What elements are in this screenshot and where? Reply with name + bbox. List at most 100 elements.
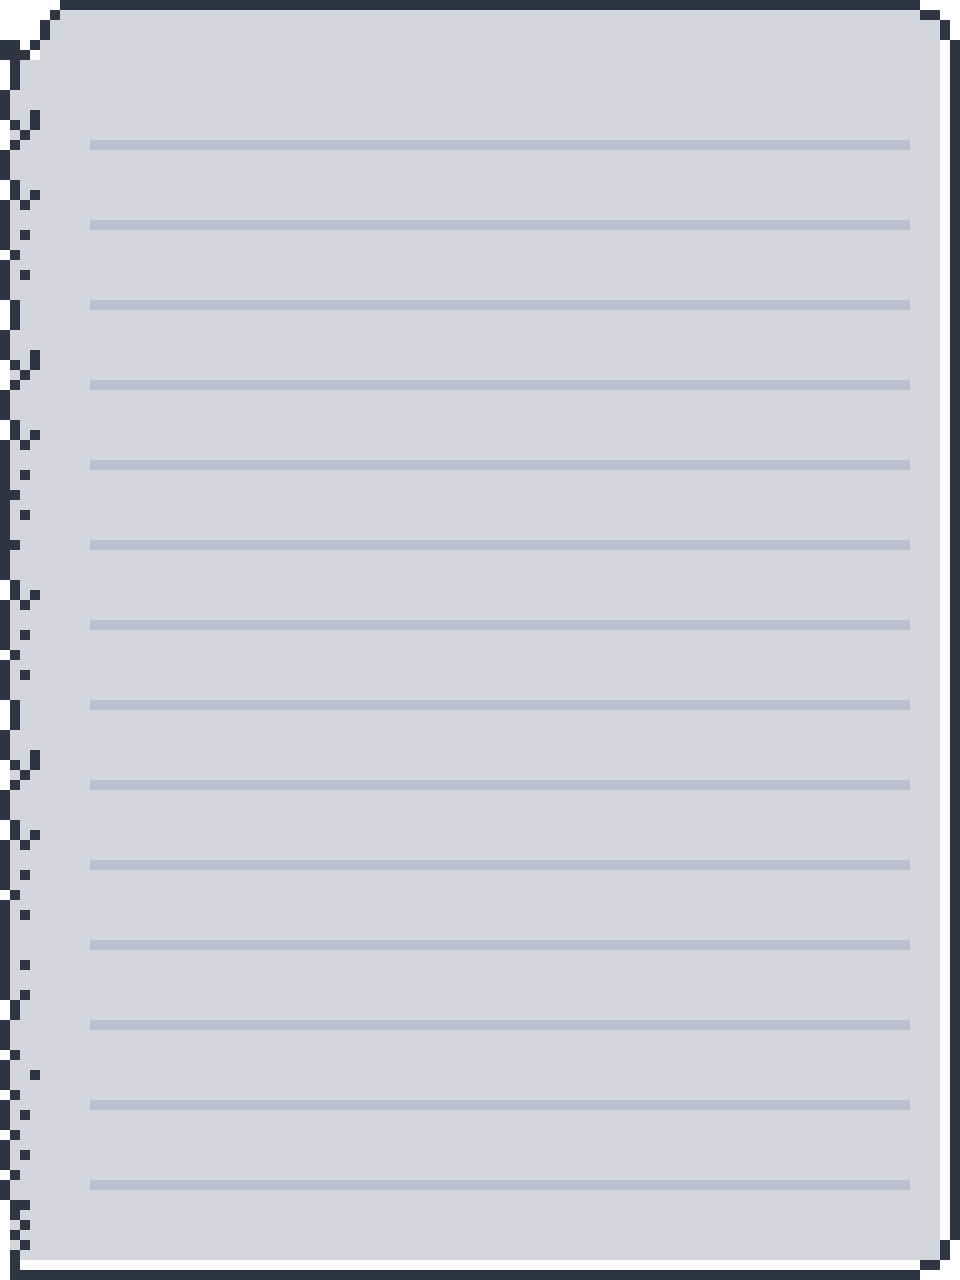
outline-corner-tl: [20, 50, 30, 60]
torn-edge-pixel: [0, 40, 20, 60]
torn-edge-pixel: [10, 1200, 30, 1210]
torn-edge-pixel: [10, 1000, 20, 1020]
torn-edge-pixel: [30, 190, 40, 200]
torn-edge-pixel: [20, 770, 30, 780]
torn-edge-pixel: [20, 440, 30, 450]
torn-edge-pixel: [0, 660, 10, 700]
ruled-line: [90, 940, 910, 950]
torn-edge-pixel: [0, 500, 10, 550]
torn-edge-pixel: [10, 360, 20, 370]
paper-body-bottom: [920, 1240, 940, 1260]
paper-body-top: [920, 20, 940, 60]
ruled-line: [90, 1100, 910, 1110]
torn-edge-pixel: [0, 1180, 10, 1200]
torn-edge-pixel: [10, 650, 20, 660]
ruled-line: [90, 1180, 910, 1190]
lined-paper-icon: [0, 0, 960, 1280]
ruled-line: [90, 220, 910, 230]
torn-edge-pixel: [20, 600, 30, 610]
torn-edge-pixel: [10, 890, 20, 900]
torn-edge-pixel: [10, 180, 20, 200]
torn-edge-pixel: [10, 1050, 20, 1060]
paper-sheet: [10, 10, 940, 1260]
torn-edge-pixel: [0, 440, 10, 490]
torn-edge-pixel: [0, 150, 10, 180]
torn-edge-pixel: [20, 1240, 30, 1250]
torn-edge-pixel: [0, 490, 20, 500]
torn-edge-pixel: [10, 380, 20, 390]
torn-edge-pixel: [10, 1210, 20, 1220]
ruled-line: [90, 300, 910, 310]
outline-corner-tl: [50, 10, 60, 20]
torn-edge-pixel: [30, 350, 40, 370]
torn-edge-pixel: [10, 820, 20, 840]
torn-edge-pixel: [20, 1110, 30, 1120]
torn-edge-pixel: [0, 550, 10, 580]
torn-edge-pixel: [10, 250, 20, 260]
torn-edge-pixel: [30, 110, 40, 130]
torn-edge-pixel: [20, 910, 30, 920]
torn-edge-pixel: [10, 1250, 20, 1270]
outline-corner-tr: [940, 20, 950, 40]
torn-edge-pixel: [20, 130, 30, 140]
torn-edge-pixel: [0, 600, 10, 650]
outline-right: [950, 40, 960, 1240]
torn-edge-pixel: [0, 900, 10, 1000]
torn-edge-pixel: [20, 470, 30, 480]
notepad-page: [0, 0, 960, 1280]
torn-edge-pixel: [20, 1150, 30, 1160]
torn-edge-pixel: [10, 540, 20, 550]
torn-edge-pixel: [10, 700, 20, 730]
torn-edge-pixel: [30, 750, 40, 770]
torn-edge-pixel: [0, 1020, 10, 1050]
torn-edge-pixel: [10, 120, 20, 130]
outline-top: [60, 0, 920, 10]
torn-edge-pixel: [0, 1100, 10, 1130]
torn-edge-pixel: [20, 670, 30, 680]
torn-edge-pixel: [20, 370, 30, 380]
outline-bottom: [10, 1270, 920, 1280]
torn-edge-pixel: [0, 330, 10, 360]
ruled-line: [90, 860, 910, 870]
torn-edge-pixel: [10, 780, 20, 790]
torn-edge-pixel: [0, 200, 10, 250]
torn-edge-pixel: [0, 90, 10, 120]
torn-edge-pixel: [20, 870, 30, 880]
paper-body: [20, 60, 940, 1260]
ruled-line: [90, 540, 910, 550]
torn-edge-pixel: [20, 230, 30, 240]
outline-corner-br: [940, 1240, 950, 1260]
ruled-line: [90, 620, 910, 630]
torn-edge-pixel: [30, 590, 40, 600]
torn-edge-pixel: [30, 430, 40, 440]
torn-edge-pixel: [20, 990, 30, 1000]
torn-edge-pixel: [10, 1090, 20, 1100]
torn-edge-pixel: [20, 510, 30, 520]
torn-edge-pixel: [20, 1220, 30, 1230]
torn-edge-pixel: [10, 420, 20, 440]
torn-edge-pixel: [20, 960, 30, 970]
outline-corner-tl: [30, 40, 40, 50]
outline-corner-tl: [40, 20, 50, 40]
torn-edge-pixel: [10, 140, 20, 150]
torn-edge-pixel: [0, 730, 10, 760]
ruled-line: [90, 460, 910, 470]
torn-edge-pixel: [30, 830, 40, 840]
ruled-line: [90, 380, 910, 390]
torn-edge-pixel: [0, 260, 10, 300]
ruled-line: [90, 140, 910, 150]
torn-edge-pixel: [20, 270, 30, 280]
torn-edge-pixel: [10, 760, 20, 770]
paper-body-top: [60, 10, 920, 60]
ruled-line: [90, 1020, 910, 1030]
torn-edge-pixel: [30, 1070, 40, 1080]
torn-edge-pixel: [10, 1170, 20, 1180]
torn-edge-pixel: [0, 1060, 10, 1090]
torn-edge-pixel: [10, 300, 20, 330]
torn-edge-pixel: [0, 840, 10, 890]
torn-edge-pixel: [10, 1130, 20, 1140]
ruled-line: [90, 780, 910, 790]
outline-corner-br: [920, 1260, 940, 1270]
torn-edge-pixel: [20, 840, 30, 850]
torn-edge-pixel: [0, 390, 10, 420]
